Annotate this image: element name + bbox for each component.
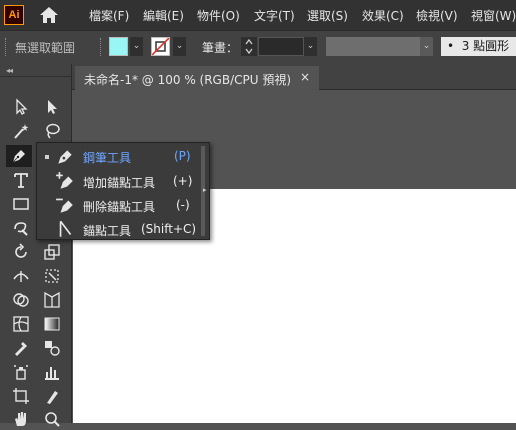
home-icon[interactable] bbox=[39, 6, 59, 24]
magic-wand-tool-icon[interactable] bbox=[8, 120, 34, 142]
flyout-expand-icon[interactable]: ▸ bbox=[203, 186, 207, 194]
selection-status-label: 無選取範圍 bbox=[15, 41, 76, 55]
divider bbox=[0, 76, 72, 77]
flyout-shortcut: (P) bbox=[174, 149, 191, 163]
direct-selection-tool-icon[interactable] bbox=[39, 96, 65, 118]
column-graph-tool-icon[interactable] bbox=[39, 361, 65, 383]
flyout-label: 增加錨點工具 bbox=[83, 176, 156, 190]
rotate-tool-icon[interactable] bbox=[8, 241, 34, 263]
menu-view[interactable]: 檢視(V) bbox=[416, 7, 458, 24]
selection-tool-icon[interactable] bbox=[8, 96, 34, 118]
eyedropper-tool-icon[interactable] bbox=[8, 337, 34, 359]
lasso-tool-icon[interactable] bbox=[39, 120, 65, 142]
menu-window[interactable]: 視窗(W) bbox=[471, 7, 516, 24]
menu-type[interactable]: 文字(T) bbox=[254, 7, 295, 24]
blend-tool-icon[interactable] bbox=[39, 337, 65, 359]
fill-dropdown-chevron-icon[interactable]: ⌄ bbox=[130, 37, 143, 56]
shaper-tool-icon[interactable] bbox=[8, 217, 34, 239]
stroke-weight-label: 筆畫： bbox=[202, 41, 239, 55]
zoom-tool-icon[interactable] bbox=[39, 408, 65, 430]
artboard-tool-icon[interactable] bbox=[8, 385, 34, 407]
profile-chevron-icon[interactable]: ⌄ bbox=[420, 37, 433, 56]
brush-definition-label: 3 點圓形 bbox=[461, 39, 510, 53]
mesh-tool-icon[interactable] bbox=[8, 313, 34, 335]
brush-definition-dropdown[interactable]: • 3 點圓形 bbox=[441, 37, 516, 56]
add-anchor-point-icon bbox=[55, 171, 75, 191]
perspective-grid-tool-icon[interactable] bbox=[39, 289, 65, 311]
free-transform-tool-icon[interactable] bbox=[39, 265, 65, 287]
menu-object[interactable]: 物件(O) bbox=[197, 7, 240, 24]
stroke-weight-input[interactable] bbox=[258, 37, 304, 56]
fill-color-swatch[interactable] bbox=[109, 37, 128, 56]
pen-tool-icon[interactable] bbox=[6, 145, 32, 167]
stroke-color-swatch[interactable] bbox=[151, 37, 170, 56]
menu-select[interactable]: 選取(S) bbox=[307, 7, 348, 24]
flyout-label: 鋼筆工具 bbox=[83, 151, 132, 165]
pen-icon bbox=[55, 147, 75, 167]
app-logo: Ai bbox=[4, 5, 24, 25]
control-bar-grip[interactable] bbox=[5, 38, 8, 56]
flyout-shortcut: (-) bbox=[176, 198, 190, 212]
collapse-panel-icon[interactable]: ◂◂ bbox=[6, 66, 13, 75]
document-tab-title: 未命名-1* @ 100 % (RGB/CPU 預視) bbox=[84, 73, 292, 87]
width-tool-icon[interactable] bbox=[8, 265, 34, 287]
delete-anchor-point-icon bbox=[55, 195, 75, 215]
flyout-label: 錨點工具 bbox=[83, 224, 132, 238]
flyout-shortcut: (+) bbox=[173, 174, 193, 188]
menu-edit[interactable]: 編輯(E) bbox=[143, 7, 184, 24]
type-tool-icon[interactable] bbox=[8, 169, 34, 191]
flyout-shortcut: (Shift+C) bbox=[141, 222, 197, 236]
close-tab-icon[interactable]: × bbox=[300, 70, 310, 84]
stroke-weight-chevron-icon[interactable]: ⌄ bbox=[304, 37, 317, 56]
menu-file[interactable]: 檔案(F) bbox=[89, 7, 129, 24]
menu-effect[interactable]: 效果(C) bbox=[362, 7, 404, 24]
scale-tool-icon[interactable] bbox=[39, 241, 65, 263]
divider bbox=[100, 38, 103, 56]
shape-builder-tool-icon[interactable] bbox=[8, 289, 34, 311]
selected-bullet-icon bbox=[45, 155, 49, 159]
flyout-label: 刪除錨點工具 bbox=[83, 200, 156, 214]
hand-tool-icon[interactable] bbox=[8, 408, 34, 430]
rectangle-tool-icon[interactable] bbox=[8, 193, 34, 215]
symbol-sprayer-tool-icon[interactable] bbox=[8, 361, 34, 383]
variable-width-profile[interactable] bbox=[326, 37, 433, 56]
anchor-point-icon bbox=[55, 219, 75, 239]
stroke-weight-stepper[interactable] bbox=[241, 37, 257, 56]
slice-tool-icon[interactable] bbox=[39, 385, 65, 407]
stroke-dropdown-chevron-icon[interactable]: ⌄ bbox=[173, 37, 186, 56]
gradient-tool-icon[interactable] bbox=[39, 313, 65, 335]
